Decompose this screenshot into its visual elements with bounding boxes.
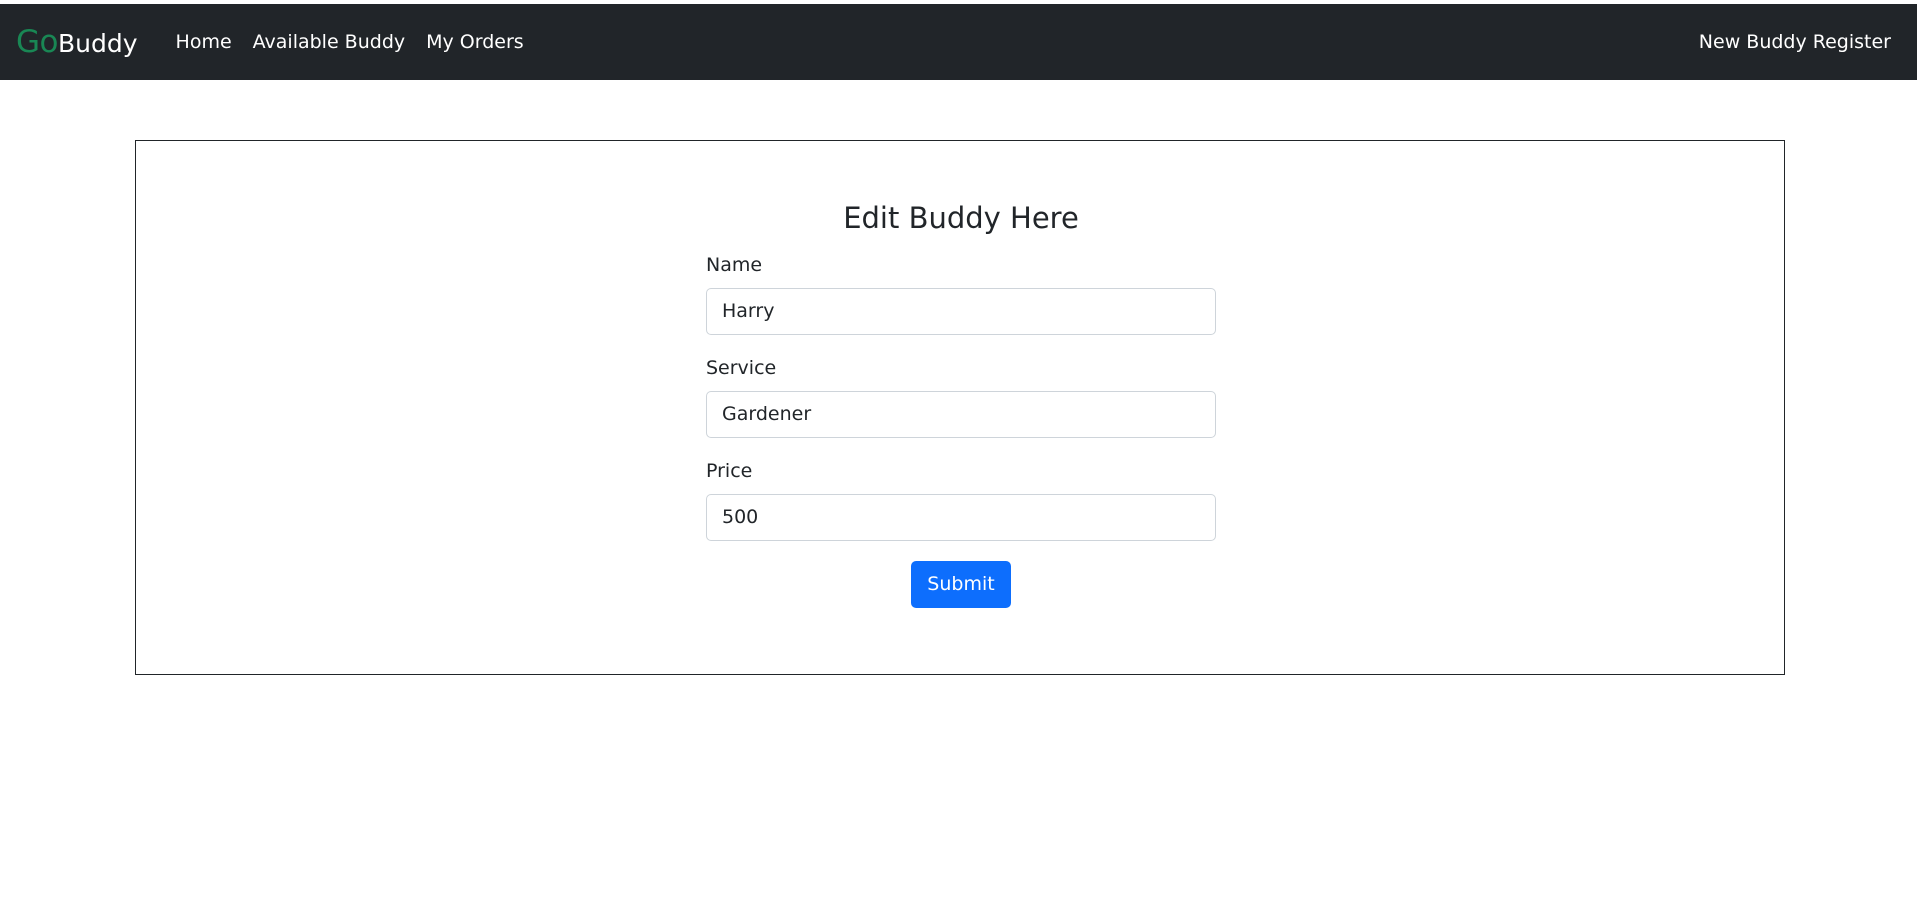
service-input[interactable] [706, 390, 1216, 438]
nav-links: Home Available Buddy My Orders [166, 23, 535, 61]
form-title: Edit Buddy Here [843, 201, 1079, 235]
brand-buddy: Buddy [58, 29, 138, 58]
price-input[interactable] [706, 493, 1216, 541]
service-label: Service [706, 356, 777, 379]
edit-buddy-form: Edit Buddy Here Name Service Price Submi… [706, 201, 1216, 608]
price-label: Price [706, 459, 753, 482]
edit-buddy-card: Edit Buddy Here Name Service Price Submi… [135, 140, 1785, 675]
service-field-group: Service [706, 357, 1216, 438]
name-input[interactable] [706, 287, 1216, 335]
nav-link-home[interactable]: Home [166, 23, 242, 61]
nav-link-available-buddy[interactable]: Available Buddy [243, 23, 415, 61]
submit-button[interactable]: Submit [911, 560, 1011, 608]
top-navbar: Go Buddy Home Available Buddy My Orders … [0, 4, 1917, 80]
submit-row: Submit [706, 560, 1216, 608]
name-field-group: Name [706, 254, 1216, 335]
nav-link-new-buddy-register[interactable]: New Buddy Register [1689, 23, 1901, 61]
name-label: Name [706, 253, 763, 276]
brand-logo[interactable]: Go Buddy [16, 24, 138, 60]
brand-go: Go [16, 24, 59, 60]
price-field-group: Price [706, 460, 1216, 541]
nav-link-my-orders[interactable]: My Orders [416, 23, 534, 61]
